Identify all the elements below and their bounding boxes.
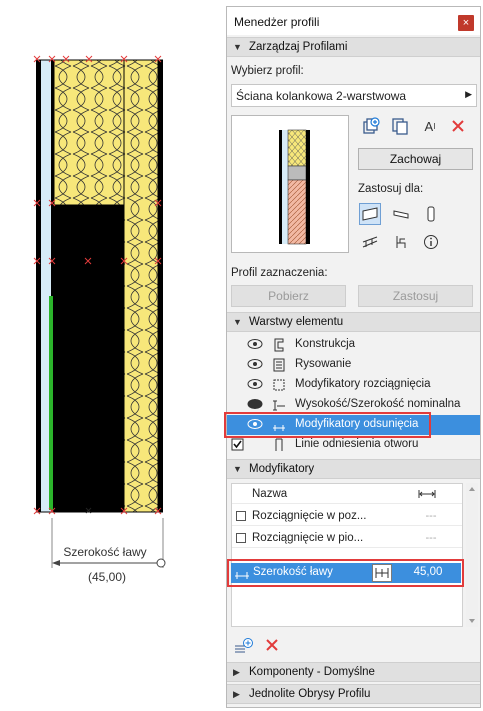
collapse-triangle-icon: ▼ (233, 317, 242, 327)
dimension-label: Szerokość ławy (63, 545, 147, 559)
section-title: Warstwy elementu (249, 316, 344, 328)
modifiers-header: Nazwa (232, 484, 462, 504)
selection-profile-label: Profil zaznaczenia: (231, 267, 328, 279)
preview-thumbnail (279, 129, 310, 245)
checkbox[interactable] (236, 511, 246, 521)
eye-closed-icon (247, 399, 263, 409)
railing-type-icon[interactable] (359, 231, 381, 253)
section-title: Komponenty - Domyślne (249, 666, 375, 678)
panel-title: Menedżer profili (234, 15, 320, 29)
checkbox[interactable] (236, 533, 246, 543)
close-button[interactable]: × (458, 15, 474, 31)
beam-type-icon[interactable] (390, 203, 412, 225)
apply-button[interactable]: Zastosuj (358, 285, 473, 307)
modifier-row[interactable]: Rozciągnięcie w poz... --- (232, 506, 462, 526)
wall-type-icon[interactable] (359, 203, 381, 225)
delete-modifier-icon[interactable] (261, 634, 283, 656)
delete-profile-icon[interactable] (447, 115, 469, 137)
eye-icon (247, 379, 263, 389)
layer-label: Modyfikatory rozciągnięcia (295, 378, 431, 390)
collapse-triangle-icon: ▼ (233, 464, 242, 474)
section-modifiers[interactable]: ▼ Modyfikatory (227, 459, 480, 479)
offset-modifier-line (49, 296, 53, 510)
section-components[interactable]: ▶ Komponenty - Domyślne (227, 662, 480, 682)
new-profile-icon[interactable] (360, 115, 382, 137)
profile-dropdown[interactable]: Ściana kolankowa 2-warstwowa ▶ (231, 84, 477, 107)
expand-triangle-icon: ▶ (233, 667, 240, 677)
checkbox-checked-icon (231, 438, 244, 451)
section-title: Modyfikatory (249, 463, 315, 475)
dimension-value: (45,00) (87, 570, 127, 584)
nominal-size-icon (273, 400, 285, 411)
solid-core (54, 205, 124, 512)
get-button[interactable]: Pobierz (231, 285, 346, 307)
stretch-modifier-icon (273, 379, 285, 391)
section-element-layers[interactable]: ▼ Warstwy elementu (227, 312, 480, 332)
duplicate-profile-icon[interactable] (389, 115, 411, 137)
dropdown-arrow-icon: ▶ (465, 89, 472, 99)
add-modifier-icon[interactable] (233, 634, 255, 656)
apply-for-label: Zastosuj dla: (358, 183, 424, 195)
expand-triangle-icon: ▶ (233, 689, 240, 699)
insulation-top (53, 59, 125, 206)
layer-label: Konstrukcja (295, 338, 356, 350)
rename-icon[interactable]: AI (419, 115, 441, 137)
modifier-name: Rozciągnięcie w pio... (252, 532, 364, 544)
section-title: Zarządzaj Profilami (249, 41, 348, 53)
highlight-selected-modifier (227, 559, 464, 587)
choose-profile-label: Wybierz profil: (231, 65, 304, 77)
modifier-name: Rozciągnięcie w poz... (252, 510, 367, 522)
profile-preview (231, 115, 349, 253)
panel-titlebar[interactable]: Menedżer profili × (227, 7, 480, 35)
column-type-icon[interactable] (420, 203, 442, 225)
outer-finish-left (36, 60, 41, 512)
insulation-right (123, 59, 159, 513)
profile-drawing-canvas[interactable]: Szerokość ławy (45,00) (0, 0, 215, 711)
section-outlines[interactable]: ▶ Jednolite Obrysy Profilu (227, 684, 480, 704)
collapse-triangle-icon: ▼ (233, 42, 242, 52)
layer-row-construction[interactable]: Konstrukcja (227, 335, 480, 355)
profile-manager-panel: Menedżer profili × ▼ Zarządzaj Profilami… (224, 6, 481, 708)
layer-row-opening-reference[interactable]: Linie odniesienia otworu (227, 435, 480, 455)
modifiers-list: Nazwa Rozciągnięcie w poz... --- Rozciąg… (231, 483, 463, 627)
section-title: Jednolite Obrysy Profilu (249, 688, 371, 700)
modifiers-scrollbar[interactable] (466, 483, 478, 627)
layer-label: Wysokość/Szerokość nominalna (295, 398, 461, 410)
modifier-value: --- (425, 510, 437, 522)
eye-icon (247, 339, 263, 349)
profile-drawing (33, 55, 166, 568)
section-manage-profiles[interactable]: ▼ Zarządzaj Profilami (227, 37, 480, 57)
chair-type-icon[interactable] (390, 231, 412, 253)
profile-dropdown-value: Ściana kolankowa 2-warstwowa (236, 89, 407, 103)
construction-layer-icon (274, 338, 284, 352)
layer-label: Linie odniesienia otworu (295, 438, 419, 450)
layer-row-drawing[interactable]: Rysowanie (227, 355, 480, 375)
layer-row-stretch-modifiers[interactable]: Modyfikatory rozciągnięcia (227, 375, 480, 395)
modifier-row[interactable]: Rozciągnięcie w pio... --- (232, 528, 462, 548)
info-icon[interactable] (420, 231, 442, 253)
highlight-offset-modifiers (224, 412, 431, 438)
save-button[interactable]: Zachowaj (358, 148, 473, 170)
opening-reference-icon (275, 438, 283, 451)
layer-label: Rysowanie (295, 358, 352, 370)
modifier-value: --- (425, 532, 437, 544)
outer-finish-right (158, 60, 163, 512)
drawing-layer-icon (273, 358, 285, 372)
width-column-icon (418, 490, 436, 498)
column-header-name: Nazwa (252, 488, 288, 500)
eye-icon (247, 359, 263, 369)
